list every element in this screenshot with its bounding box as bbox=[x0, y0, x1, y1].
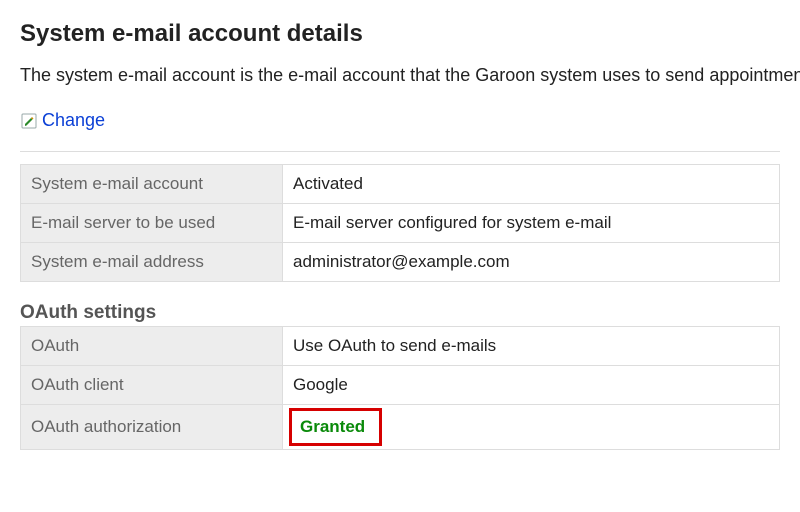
oauth-heading: OAuth settings bbox=[20, 302, 780, 326]
account-details-table: System e-mail account Activated E-mail s… bbox=[20, 164, 780, 282]
edit-icon bbox=[20, 112, 38, 130]
oauth-authorization-label: OAuth authorization bbox=[21, 405, 283, 450]
page-title: System e-mail account details bbox=[20, 20, 780, 48]
highlight-box: Granted bbox=[289, 408, 382, 446]
table-row: E-mail server to be used E-mail server c… bbox=[21, 204, 780, 243]
table-row: OAuth Use OAuth to send e-mails bbox=[21, 327, 780, 366]
email-server-value: E-mail server configured for system e-ma… bbox=[283, 204, 780, 243]
oauth-authorization-value: Granted bbox=[300, 417, 365, 436]
email-address-label: System e-mail address bbox=[21, 243, 283, 282]
table-row: System e-mail address administrator@exam… bbox=[21, 243, 780, 282]
oauth-authorization-value-cell: Granted bbox=[283, 405, 780, 450]
table-row: OAuth authorization Granted bbox=[21, 405, 780, 450]
oauth-mode-value: Use OAuth to send e-mails bbox=[283, 327, 780, 366]
account-status-label: System e-mail account bbox=[21, 165, 283, 204]
change-link-label: Change bbox=[42, 110, 105, 131]
page-intro: The system e-mail account is the e-mail … bbox=[20, 62, 780, 88]
account-status-value: Activated bbox=[283, 165, 780, 204]
email-address-value: administrator@example.com bbox=[283, 243, 780, 282]
email-server-label: E-mail server to be used bbox=[21, 204, 283, 243]
table-row: OAuth client Google bbox=[21, 366, 780, 405]
table-row: System e-mail account Activated bbox=[21, 165, 780, 204]
oauth-settings-table: OAuth Use OAuth to send e-mails OAuth cl… bbox=[20, 326, 780, 450]
divider bbox=[20, 151, 780, 152]
oauth-client-value: Google bbox=[283, 366, 780, 405]
change-link[interactable]: Change bbox=[20, 110, 105, 131]
oauth-client-label: OAuth client bbox=[21, 366, 283, 405]
oauth-mode-label: OAuth bbox=[21, 327, 283, 366]
